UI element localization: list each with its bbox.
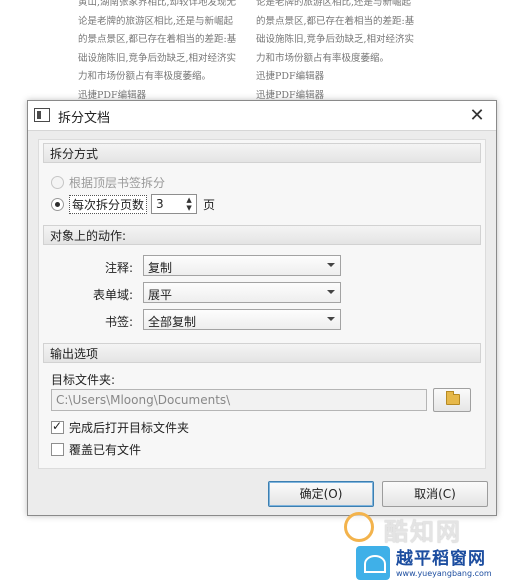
close-icon[interactable]: ✕	[464, 103, 490, 129]
watermark-kuzhi: 酷知网	[344, 510, 474, 548]
annotation-select[interactable]: 复制	[143, 255, 341, 276]
spin-down-icon[interactable]: ▼	[184, 204, 194, 212]
document-line: 迅捷PDF编辑器	[256, 71, 325, 82]
document-line: 论是老牌的旅游区相比,还是与新崛起	[78, 15, 234, 27]
watermark-text: 酷知网	[384, 518, 462, 546]
document-line: 的景点景区,都已存在着相当的差距:基	[256, 15, 415, 27]
dialog-body: 拆分方式 根据顶层书签拆分 每次拆分页数 3 ▲ ▼ 页 对象上的动作: 注释:	[38, 139, 486, 469]
actions-header: 对象上的动作:	[43, 225, 481, 245]
overwrite-checkbox[interactable]	[51, 443, 64, 456]
annotation-label: 注释:	[104, 261, 133, 275]
document-line: 础设施陈旧,竞争后劲缺乏,相对经济实	[78, 52, 237, 64]
spin-up-icon[interactable]: ▲	[184, 196, 194, 204]
form-field-select[interactable]: 展平	[143, 282, 341, 303]
dialog-titlebar[interactable]: 拆分文档 ✕	[28, 101, 496, 131]
document-line: 的景点景区,都已存在着相当的差距:基	[78, 34, 237, 45]
watermark-url: www.yueyangbang.com	[396, 569, 492, 578]
folder-icon	[446, 391, 460, 405]
cancel-button[interactable]: 取消(C)	[382, 481, 488, 507]
document-line: 黄山,湖南张家界相比,却较详地发现无	[78, 0, 237, 8]
output-section: 输出选项 目标文件夹: C:\Users\Mloong\Documents\ 完…	[43, 343, 481, 467]
watermark-logo-icon	[344, 512, 374, 542]
document-right-column: 论是老牌的旅游区相比,还是与新崛起 的景点景区,都已存在着相当的差距:基 础设施…	[256, 0, 436, 105]
pages-spinbox[interactable]: 3 ▲ ▼	[151, 194, 198, 214]
radio-pages-label[interactable]: 每次拆分页数	[69, 194, 148, 214]
watermark-yueyang: 越平稻窗网 www.yueyangbang.com	[356, 544, 508, 586]
bookmark-label: 书签:	[104, 315, 133, 329]
radio-row-bookmark: 根据顶层书签拆分	[51, 174, 165, 191]
background-document: 黄山,湖南张家界相比,却较详地发现无 论是老牌的旅游区相比,还是与新崛起 的景点…	[0, 0, 510, 101]
chevron-down-icon	[327, 290, 335, 294]
watermark-title: 越平稻窗网	[396, 549, 486, 569]
document-left-column: 黄山,湖南张家界相比,却较详地发现无 论是老牌的旅游区相比,还是与新崛起 的景点…	[78, 0, 268, 105]
ok-button[interactable]: 确定(O)	[268, 481, 374, 507]
target-folder-input[interactable]: C:\Users\Mloong\Documents\	[51, 389, 427, 411]
bookmark-select-value: 全部复制	[148, 315, 197, 329]
target-folder-label: 目标文件夹:	[51, 373, 116, 387]
form-field-label: 表单域:	[92, 288, 133, 302]
pages-spinbox-value[interactable]: 3	[156, 197, 164, 211]
form-field-select-value: 展平	[148, 288, 173, 302]
overwrite-row: 覆盖已有文件	[51, 441, 141, 458]
open-after-row: 完成后打开目标文件夹	[51, 419, 189, 436]
document-line: 力和市场份额占有率极度萎缩。	[78, 71, 212, 82]
browse-folder-button[interactable]	[433, 388, 471, 412]
dialog-title: 拆分文档	[58, 111, 111, 126]
open-after-label[interactable]: 完成后打开目标文件夹	[69, 419, 189, 436]
radio-bookmark-label: 根据顶层书签拆分	[69, 176, 166, 190]
radio-bookmark-split[interactable]	[51, 176, 64, 189]
chevron-down-icon	[327, 317, 335, 321]
watermark-logo-icon	[356, 546, 390, 580]
bookmark-select[interactable]: 全部复制	[143, 309, 341, 330]
document-line: 论是老牌的旅游区相比,还是与新崛起	[256, 0, 412, 8]
output-header: 输出选项	[43, 343, 481, 363]
chevron-down-icon	[327, 263, 335, 267]
radio-row-pages: 每次拆分页数 3 ▲ ▼ 页	[51, 194, 215, 214]
actions-section: 对象上的动作: 注释: 复制 表单域: 展平 书签: 全部复制	[43, 225, 481, 339]
annotation-select-value: 复制	[148, 261, 173, 275]
split-mode-header: 拆分方式	[43, 143, 481, 163]
overwrite-label[interactable]: 覆盖已有文件	[69, 441, 141, 458]
document-line: 力和市场份额占有率极度萎缩。	[256, 52, 390, 64]
pages-unit-label: 页	[203, 197, 216, 212]
app-window-icon	[34, 108, 50, 122]
open-after-checkbox[interactable]	[51, 419, 64, 434]
document-line: 础设施陈旧,竞争后劲缺乏,相对经济实	[256, 34, 415, 45]
split-mode-section: 拆分方式 根据顶层书签拆分 每次拆分页数 3 ▲ ▼ 页	[43, 143, 481, 221]
radio-pages-split[interactable]	[51, 197, 64, 211]
split-document-dialog: 拆分文档 ✕ 拆分方式 根据顶层书签拆分 每次拆分页数 3 ▲ ▼ 页 对象上的…	[27, 100, 497, 516]
